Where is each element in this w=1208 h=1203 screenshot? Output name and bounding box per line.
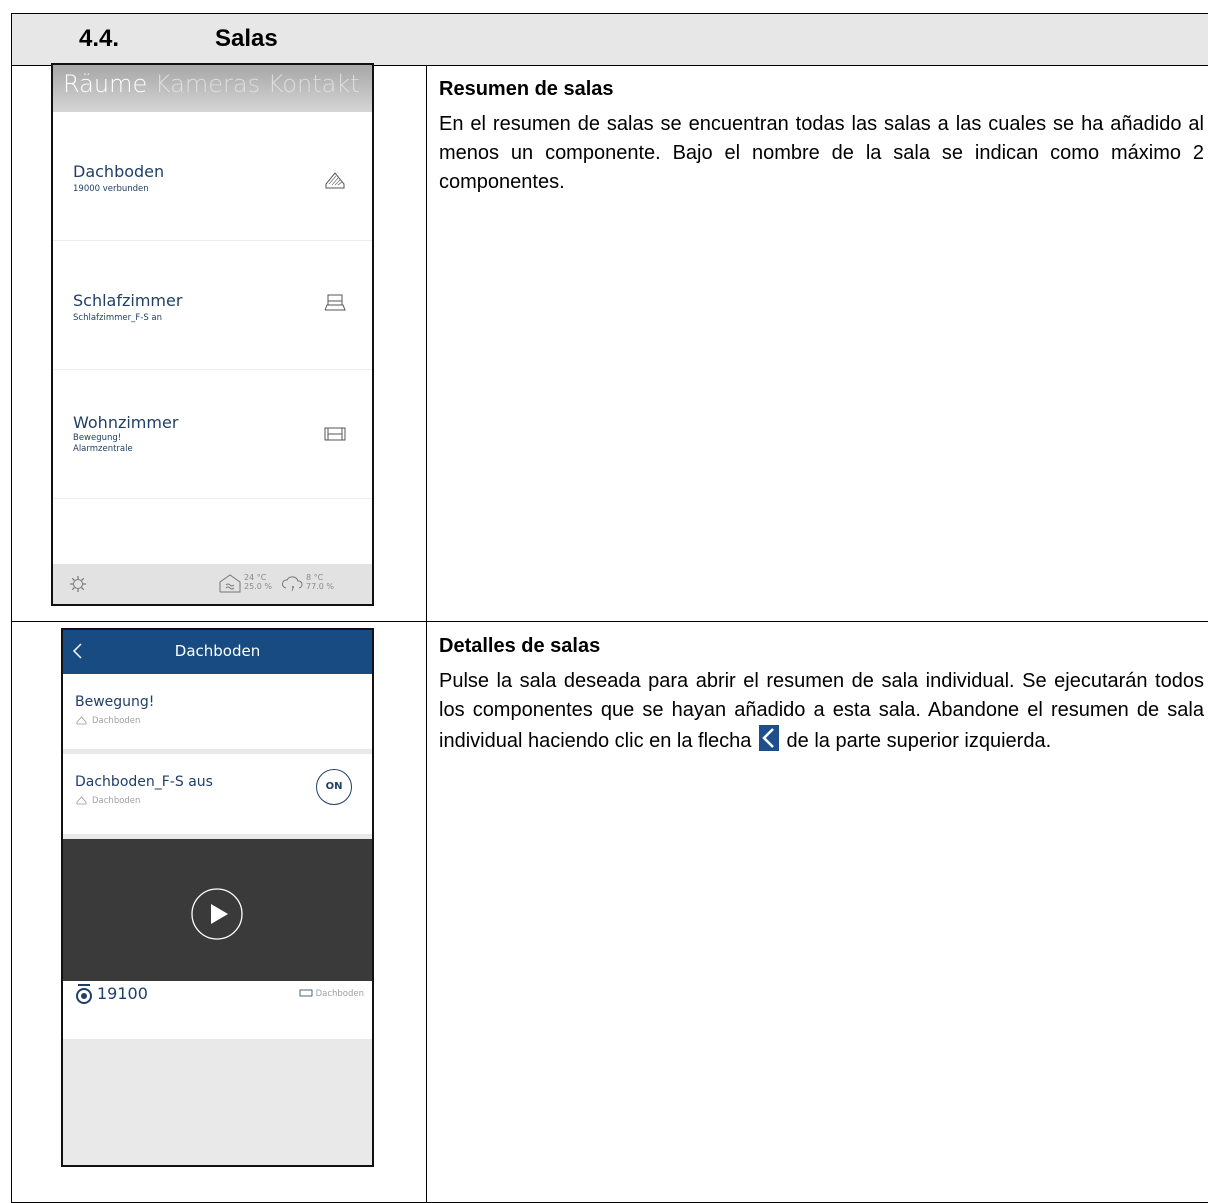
tab-cameras[interactable]: Kameras (155, 70, 260, 98)
indoor-climate-icon (219, 574, 241, 593)
component-room: Dachboden (92, 716, 141, 726)
camera-name: 19100 (97, 984, 148, 1003)
details-body: Pulse la sala deseada para abrir el resu… (439, 667, 1204, 756)
back-arrow-icon (758, 725, 779, 751)
camera-info-row: 19100 Dachboden (63, 981, 372, 1039)
room-title: Dachboden (174, 642, 261, 660)
on-toggle-button[interactable]: ON (316, 769, 352, 805)
room-name: Schlafzimmer (73, 291, 183, 310)
sofa-icon (324, 427, 346, 441)
room-status: Bewegung! (73, 433, 122, 443)
tab-rooms[interactable]: Räume (63, 70, 147, 98)
camera-room: Dachboden (299, 988, 364, 999)
settings-gear-icon[interactable] (69, 575, 87, 593)
component-card[interactable]: Bewegung! Dachboden (63, 674, 372, 749)
details-heading: Detalles de salas (439, 635, 601, 657)
indoor-humidity: 25.0 % (244, 582, 272, 591)
outdoor-weather-icon (282, 576, 303, 592)
section-header: 4.4. Salas (12, 14, 1208, 66)
tab-contacts[interactable]: Kontakt (268, 70, 360, 98)
component-room: Dachboden (92, 796, 141, 806)
indoor-climate-values: 24 °C 25.0 % (244, 573, 272, 591)
section-number: 4.4. (79, 25, 120, 52)
details-body-text-end: de la parte superior izquierda. (786, 730, 1052, 752)
component-name: Bewegung! (75, 694, 155, 710)
overview-body: En el resumen de salas se encuentran tod… (439, 113, 1204, 193)
camera-video-preview[interactable] (63, 839, 372, 981)
details-description: Detalles de salas Pulse la sala deseada … (439, 632, 1204, 756)
room-name: Wohnzimmer (73, 413, 179, 432)
tab-bar: Räume Kameras Kontakt (53, 65, 372, 112)
indoor-temperature: 24 °C (244, 573, 267, 582)
rooms-overview-screenshot: Räume Kameras Kontakt Dachboden 19000 ve… (51, 63, 374, 606)
room-name: Dachboden (73, 162, 165, 181)
roof-icon (76, 716, 87, 725)
sofa-icon (299, 989, 313, 997)
overview-description: Resumen de salas En el resumen de salas … (439, 75, 1204, 197)
room-status: Schlafzimmer_F-S an (73, 313, 163, 323)
outdoor-climate-values: 8 °C 77.0 % (306, 573, 334, 591)
room-status: Alarmzentrale (73, 444, 133, 454)
room-status: 19000 verbunden (73, 184, 149, 194)
section-title: Salas (215, 25, 278, 52)
outdoor-temperature: 8 °C (306, 573, 324, 582)
bed-icon (324, 294, 346, 311)
outdoor-humidity: 77.0 % (306, 582, 334, 591)
overview-heading: Resumen de salas (439, 78, 614, 100)
room-item[interactable]: Wohnzimmer Bewegung! Alarmzentrale (53, 370, 372, 499)
component-name: Dachboden_F-S aus (75, 774, 213, 790)
room-details-header: Dachboden (63, 630, 372, 674)
component-card[interactable]: Dachboden_F-S aus Dachboden ON (63, 754, 372, 834)
roof-icon (325, 172, 345, 189)
play-icon[interactable] (190, 887, 244, 941)
camera-room-label: Dachboden (315, 989, 364, 999)
status-footer: 24 °C 25.0 % 8 °C 77.0 % (53, 564, 372, 604)
room-item[interactable]: Schlafzimmer Schlafzimmer_F-S an (53, 241, 372, 370)
roof-icon (76, 796, 87, 805)
room-item[interactable]: Dachboden 19000 verbunden (53, 112, 372, 241)
room-details-screenshot: Dachboden Bewegung! Dachboden Dachboden_… (61, 628, 374, 1167)
camera-icon (76, 984, 92, 1004)
